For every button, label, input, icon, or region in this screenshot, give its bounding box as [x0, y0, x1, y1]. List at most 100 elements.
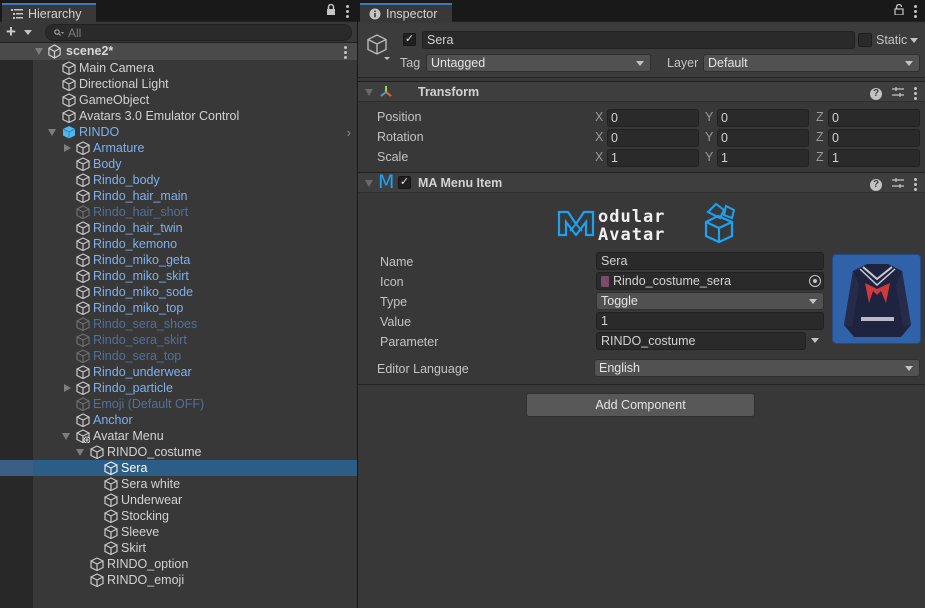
layer-dropdown[interactable]: Default	[703, 54, 920, 72]
hierarchy-item[interactable]: Underwear	[0, 492, 357, 508]
z-axis-label[interactable]: Z	[816, 150, 824, 164]
tag-dropdown[interactable]: Untagged	[426, 54, 651, 72]
expand-arrow-icon[interactable]	[35, 48, 43, 55]
hierarchy-item[interactable]: Rindo_hair_short	[0, 204, 357, 220]
menu-name-field[interactable]	[596, 252, 824, 270]
hierarchy-item[interactable]: Avatar Menu	[0, 428, 357, 444]
value-field[interactable]	[596, 312, 824, 330]
collapsed-arrow-icon[interactable]	[64, 384, 71, 392]
unlock-icon[interactable]	[894, 3, 904, 18]
menu-name-input[interactable]	[601, 254, 823, 268]
hierarchy-item[interactable]: Stocking	[0, 508, 357, 524]
hierarchy-item[interactable]: Rindo_hair_twin	[0, 220, 357, 236]
more-options-icon[interactable]	[914, 4, 917, 18]
gameobject-icon[interactable]	[364, 31, 394, 64]
collapse-arrow-icon[interactable]	[365, 180, 373, 187]
hierarchy-item[interactable]: Main Camera	[0, 60, 357, 76]
hierarchy-item[interactable]: Rindo_underwear	[0, 364, 357, 380]
hierarchy-item[interactable]: Rindo_hair_main	[0, 188, 357, 204]
hierarchy-item[interactable]: Directional Light	[0, 76, 357, 92]
x-axis-label[interactable]: X	[595, 130, 603, 144]
transform-position-z-field[interactable]: 0	[828, 109, 920, 127]
hierarchy-item[interactable]: Rindo_body	[0, 172, 357, 188]
y-axis-label[interactable]: Y	[705, 110, 713, 124]
component-more-icon[interactable]	[914, 87, 917, 100]
hierarchy-item[interactable]: Rindo_miko_geta	[0, 252, 357, 268]
hierarchy-item[interactable]: Avatars 3.0 Emulator Control	[0, 108, 357, 124]
hierarchy-item[interactable]: Sleeve	[0, 524, 357, 540]
hierarchy-item[interactable]: Rindo_sera_top	[0, 348, 357, 364]
value-input[interactable]	[601, 314, 823, 328]
transform-position-y-field[interactable]: 0	[717, 109, 809, 127]
tab-hierarchy[interactable]: Hierarchy	[2, 3, 96, 22]
z-axis-label[interactable]: Z	[816, 110, 824, 124]
component-enabled-checkbox[interactable]: ✓	[398, 176, 411, 189]
hierarchy-item[interactable]: RINDO_costume	[0, 444, 357, 460]
expand-arrow-icon[interactable]	[76, 449, 84, 456]
tab-inspector[interactable]: Inspector	[360, 3, 452, 22]
component-more-icon[interactable]	[914, 178, 917, 191]
hierarchy-search[interactable]	[45, 24, 352, 41]
x-axis-label[interactable]: X	[595, 150, 603, 164]
static-checkbox[interactable]	[858, 33, 872, 47]
lock-icon[interactable]	[326, 3, 336, 18]
hierarchy-item[interactable]: Armature	[0, 140, 357, 156]
parameter-input[interactable]	[601, 334, 805, 348]
parameter-dropdown-icon[interactable]	[811, 338, 819, 343]
transform-position-x-field[interactable]: 0	[607, 109, 699, 127]
create-button[interactable]: +	[6, 23, 16, 41]
transform-scale-y-field[interactable]: 1	[717, 149, 809, 167]
help-icon[interactable]: ?	[870, 87, 882, 100]
presets-icon[interactable]	[892, 86, 904, 101]
hierarchy-item[interactable]: Anchor	[0, 412, 357, 428]
static-dropdown-icon[interactable]	[910, 38, 918, 43]
type-dropdown[interactable]: Toggle	[596, 292, 824, 310]
transform-scale-z-field[interactable]: 1	[828, 149, 920, 167]
hierarchy-item[interactable]: Rindo_sera_skirt	[0, 332, 357, 348]
transform-rotation-x-field[interactable]: 0	[607, 129, 699, 147]
transform-rotation-y-field[interactable]: 0	[717, 129, 809, 147]
hierarchy-item[interactable]: Body	[0, 156, 357, 172]
y-axis-label[interactable]: Y	[705, 130, 713, 144]
hierarchy-item[interactable]: RINDO_option	[0, 556, 357, 572]
open-prefab-chevron-icon[interactable]: ›	[347, 125, 351, 140]
parameter-field[interactable]	[596, 332, 806, 350]
hierarchy-item[interactable]: Rindo_kemono	[0, 236, 357, 252]
editor-language-dropdown[interactable]: English	[594, 359, 920, 377]
collapsed-arrow-icon[interactable]	[64, 144, 71, 152]
x-axis-label[interactable]: X	[595, 110, 603, 124]
hierarchy-item[interactable]: GameObject	[0, 92, 357, 108]
hierarchy-item[interactable]: Skirt	[0, 540, 357, 556]
hierarchy-item[interactable]: Emoji (Default OFF)	[0, 396, 357, 412]
hierarchy-item[interactable]: RINDO_emoji	[0, 572, 357, 588]
gameobject-name-input[interactable]	[427, 33, 854, 47]
scene-more-options-icon[interactable]	[344, 46, 347, 59]
add-component-button[interactable]: Add Component	[526, 393, 755, 417]
presets-icon[interactable]	[892, 177, 904, 192]
hierarchy-item[interactable]: Rindo_miko_sode	[0, 284, 357, 300]
expand-arrow-icon[interactable]	[62, 433, 70, 440]
search-input[interactable]	[68, 25, 268, 40]
expand-arrow-icon[interactable]	[48, 129, 56, 136]
hierarchy-item[interactable]: Rindo_miko_top	[0, 300, 357, 316]
transform-scale-x-field[interactable]: 1	[607, 149, 699, 167]
create-dropdown-arrow-icon[interactable]	[24, 30, 32, 35]
object-picker-icon[interactable]	[809, 275, 821, 287]
z-axis-label[interactable]: Z	[816, 130, 824, 144]
transform-header[interactable]: Transform ?	[358, 81, 925, 102]
more-options-icon[interactable]	[346, 4, 349, 18]
y-axis-label[interactable]: Y	[705, 150, 713, 164]
help-icon[interactable]: ?	[870, 178, 882, 191]
hierarchy-item-selected[interactable]: Sera	[0, 460, 357, 476]
hierarchy-item[interactable]: Rindo_particle	[0, 380, 357, 396]
active-checkbox[interactable]: ✓	[403, 33, 416, 46]
icon-object-field[interactable]: Rindo_costume_sera	[596, 272, 824, 290]
hierarchy-item[interactable]: Sera white	[0, 476, 357, 492]
menu-item-header[interactable]: M ✓ MA Menu Item ?	[358, 171, 925, 193]
hierarchy-item[interactable]: Rindo_miko_skirt	[0, 268, 357, 284]
hierarchy-item[interactable]: Rindo_sera_shoes	[0, 316, 357, 332]
scene-row[interactable]: scene2*	[0, 43, 357, 60]
gameobject-name-field[interactable]	[422, 31, 855, 49]
transform-rotation-z-field[interactable]: 0	[828, 129, 920, 147]
hierarchy-item[interactable]: RINDO ›	[0, 124, 357, 140]
